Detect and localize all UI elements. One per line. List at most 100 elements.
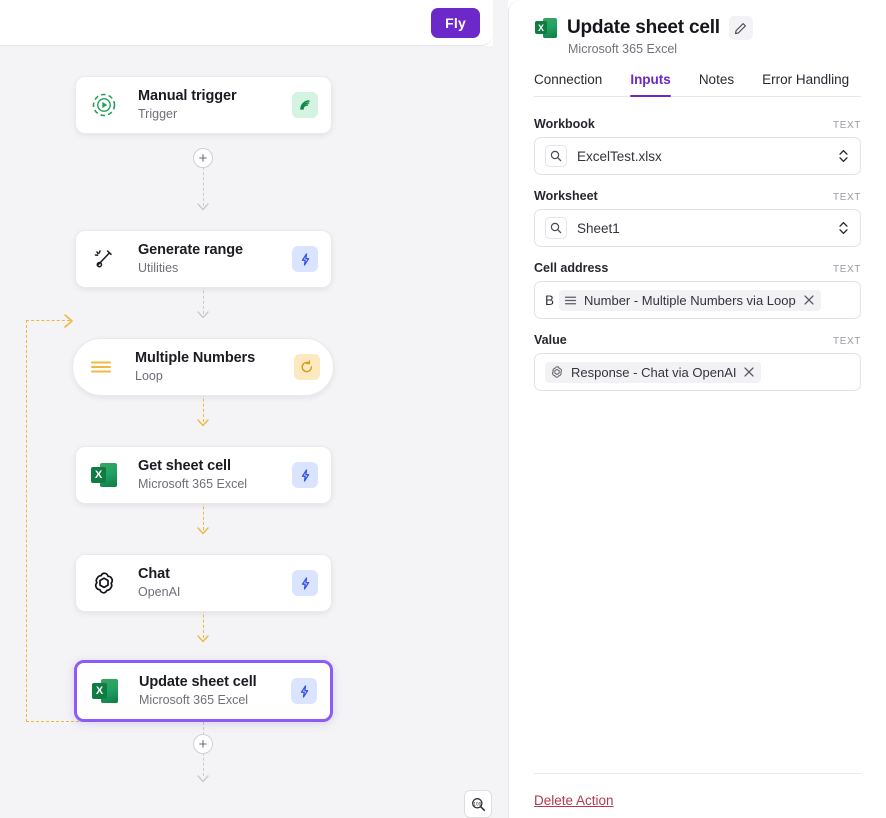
node-text: Multiple Numbers Loop xyxy=(135,349,294,385)
list-lines-icon xyxy=(86,352,116,382)
node-title: Generate range xyxy=(138,242,243,258)
field-label: Worksheet xyxy=(534,189,598,203)
panel-tabs: Connection Inputs Notes Error Handling xyxy=(534,72,861,97)
canvas-area: Fly + + + xyxy=(0,0,508,818)
node-text: Generate range Utilities xyxy=(138,241,292,277)
node-title: Update sheet cell xyxy=(139,674,257,690)
field-value: Value TEXT Response - xyxy=(534,333,861,391)
node-subtitle: Microsoft 365 Excel xyxy=(139,693,248,707)
pencil-icon xyxy=(734,22,747,35)
node-title: Get sheet cell xyxy=(138,458,231,474)
rss-icon xyxy=(292,92,318,118)
magic-wand-icon xyxy=(89,244,119,274)
worksheet-input[interactable]: Sheet1 xyxy=(534,209,861,247)
edit-title-button[interactable] xyxy=(729,16,753,40)
play-dashed-circle-icon xyxy=(89,90,119,120)
workflow-canvas[interactable]: + + + + + xyxy=(0,46,493,818)
node-subtitle: OpenAI xyxy=(138,585,180,599)
field-type-tag: TEXT xyxy=(833,336,861,347)
canvas-edge xyxy=(493,0,508,818)
inputs-form: Workbook TEXT ExcelTest.xlsx Worksheet xyxy=(534,117,861,773)
panel-header: X Update sheet cell Microsoft 365 Excel xyxy=(534,0,861,56)
magnifier-100-icon: 100 xyxy=(471,797,486,812)
chevron-updown-icon[interactable] xyxy=(837,148,850,164)
field-workbook: Workbook TEXT ExcelTest.xlsx xyxy=(534,117,861,175)
field-type-tag: TEXT xyxy=(833,120,861,131)
token-label: Response - Chat via OpenAI xyxy=(571,365,736,380)
openai-icon xyxy=(89,568,119,598)
close-icon[interactable] xyxy=(803,294,815,306)
excel-icon: X xyxy=(89,460,119,490)
bolt-icon xyxy=(292,462,318,488)
variable-token-number[interactable]: Number - Multiple Numbers via Loop xyxy=(559,290,821,311)
canvas-toolbar: Fly xyxy=(0,0,493,46)
search-icon xyxy=(545,145,567,167)
node-generate-range[interactable]: Generate range Utilities xyxy=(75,230,332,288)
page-title: Update sheet cell xyxy=(567,17,720,39)
field-type-tag: TEXT xyxy=(833,192,861,203)
fly-button[interactable]: Fly xyxy=(431,8,480,38)
node-manual-trigger[interactable]: Manual trigger Trigger xyxy=(75,76,332,134)
node-get-sheet-cell[interactable]: X Get sheet cell Microsoft 365 Excel xyxy=(75,446,332,504)
node-subtitle: Microsoft 365 Excel xyxy=(138,477,247,491)
svg-text:100: 100 xyxy=(473,801,481,806)
panel-title-row: X Update sheet cell xyxy=(534,16,861,40)
field-type-tag: TEXT xyxy=(833,264,861,275)
arrowhead-1 xyxy=(197,198,209,206)
node-title: Multiple Numbers xyxy=(135,350,255,366)
node-text: Manual trigger Trigger xyxy=(138,87,292,123)
loop-icon xyxy=(294,354,320,380)
arrowhead-7 xyxy=(197,770,209,778)
token-label: Number - Multiple Numbers via Loop xyxy=(584,293,796,308)
worksheet-value: Sheet1 xyxy=(577,221,837,236)
field-label: Value xyxy=(534,333,567,347)
bolt-icon xyxy=(292,570,318,596)
tab-notes[interactable]: Notes xyxy=(699,72,734,96)
list-lines-icon xyxy=(564,294,577,307)
bolt-icon xyxy=(291,678,317,704)
field-header: Workbook TEXT xyxy=(534,117,861,131)
search-icon xyxy=(545,217,567,239)
excel-icon: X xyxy=(534,16,558,40)
variable-token-response[interactable]: Response - Chat via OpenAI xyxy=(545,362,761,383)
tab-error-handling[interactable]: Error Handling xyxy=(762,72,849,96)
bolt-icon xyxy=(292,246,318,272)
node-subtitle: Loop xyxy=(135,369,163,383)
close-icon[interactable] xyxy=(743,366,755,378)
chevron-updown-icon[interactable] xyxy=(837,220,850,236)
arrowhead-2 xyxy=(197,306,209,314)
node-title: Manual trigger xyxy=(138,88,237,104)
node-text: Update sheet cell Microsoft 365 Excel xyxy=(139,673,291,709)
loop-connector-left xyxy=(26,320,27,722)
tab-inputs[interactable]: Inputs xyxy=(630,72,671,96)
add-step-button-1[interactable]: + xyxy=(193,148,213,168)
node-text: Chat OpenAI xyxy=(138,565,292,601)
cell-address-input[interactable]: B Number - Multiple Numbers via Loop xyxy=(534,281,861,319)
node-update-sheet-cell[interactable]: X Update sheet cell Microsoft 365 Excel xyxy=(74,660,333,722)
node-text: Get sheet cell Microsoft 365 Excel xyxy=(138,457,292,493)
field-header: Worksheet TEXT xyxy=(534,189,861,203)
workbook-input[interactable]: ExcelTest.xlsx xyxy=(534,137,861,175)
field-label: Workbook xyxy=(534,117,595,131)
field-cell-address: Cell address TEXT B Number - Multiple Nu… xyxy=(534,261,861,319)
panel-footer: Delete Action xyxy=(534,773,861,818)
node-subtitle: Trigger xyxy=(138,107,177,121)
zoom-to-100-button[interactable]: 100 xyxy=(464,790,492,818)
excel-icon: X xyxy=(90,676,120,706)
workbook-value: ExcelTest.xlsx xyxy=(577,149,837,164)
cell-address-prefix: B xyxy=(545,293,554,308)
openai-icon xyxy=(550,365,564,379)
add-step-button-7[interactable]: + xyxy=(193,734,213,754)
arrowhead-5 xyxy=(197,630,209,638)
node-subtitle: Utilities xyxy=(138,261,178,275)
field-label: Cell address xyxy=(534,261,608,275)
field-worksheet: Worksheet TEXT Sheet1 xyxy=(534,189,861,247)
properties-panel: X Update sheet cell Microsoft 365 Excel … xyxy=(508,0,886,818)
field-header: Value TEXT xyxy=(534,333,861,347)
node-multiple-numbers-loop[interactable]: Multiple Numbers Loop xyxy=(72,338,334,396)
value-input[interactable]: Response - Chat via OpenAI xyxy=(534,353,861,391)
workflow-editor: Fly + + + xyxy=(0,0,886,818)
tab-connection[interactable]: Connection xyxy=(534,72,602,96)
node-chat-openai[interactable]: Chat OpenAI xyxy=(75,554,332,612)
delete-action-button[interactable]: Delete Action xyxy=(534,793,614,808)
